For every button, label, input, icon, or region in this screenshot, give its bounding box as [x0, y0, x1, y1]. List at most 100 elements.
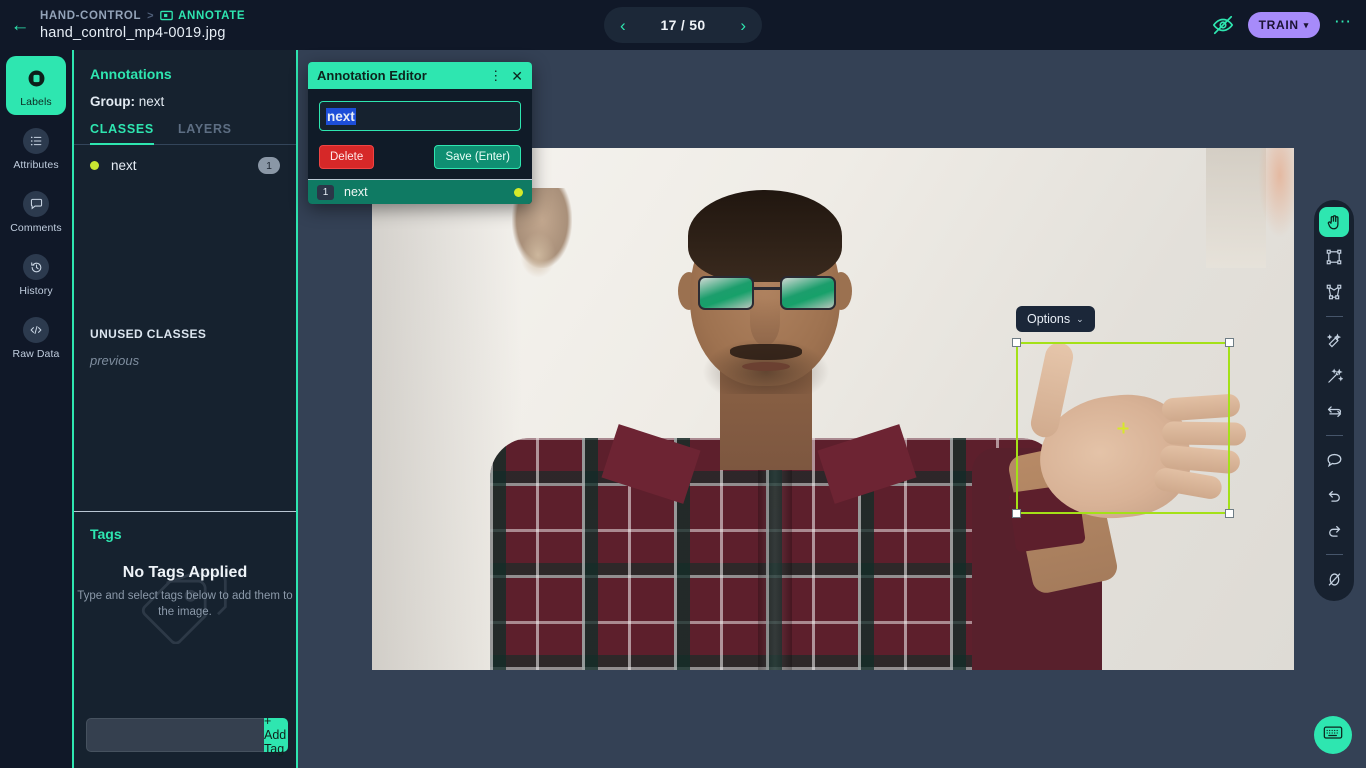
class-count-badge: 1 — [258, 157, 280, 174]
bbox-center-crosshair — [1117, 422, 1129, 434]
group-label: Group: — [90, 94, 135, 109]
prev-image-button[interactable]: ‹ — [620, 17, 626, 34]
image-shirt-placket — [758, 438, 792, 670]
bbox-options-button[interactable]: Options ⌄ — [1016, 306, 1095, 332]
bounding-box-tool-icon[interactable] — [1319, 242, 1349, 272]
annotation-name-input[interactable]: next — [319, 101, 521, 131]
bbox-handle-top-left[interactable] — [1012, 338, 1021, 347]
class-color-dot — [90, 161, 99, 170]
more-options-button[interactable]: ⋯ — [1334, 13, 1352, 37]
image-glasses-bridge — [754, 287, 780, 290]
breadcrumb-annotate[interactable]: ANNOTATE — [160, 10, 245, 22]
unused-classes-title: UNUSED CLASSES — [90, 327, 207, 341]
annotation-label: next — [344, 185, 368, 199]
sidebar-item-comments-label: Comments — [10, 222, 62, 234]
class-name: next — [111, 158, 137, 173]
unused-classes-section: UNUSED CLASSES previous — [90, 327, 206, 368]
add-tag-row: + Add Tag — [86, 714, 288, 756]
image-person-mouth — [742, 362, 790, 371]
history-icon — [23, 254, 49, 280]
sidebar-item-comments[interactable]: Comments — [6, 182, 66, 241]
tags-empty-subtitle: Type and select tags below to add them t… — [77, 590, 293, 618]
class-list-item[interactable]: next 1 — [74, 145, 296, 174]
group-line: Group: next — [90, 94, 280, 109]
image-lens-right — [780, 276, 836, 310]
sidebar-item-attributes-label: Attributes — [13, 159, 59, 171]
bbox-handle-top-right[interactable] — [1225, 338, 1234, 347]
top-bar: ← HAND-CONTROL > ANNOTATE hand_control_m… — [0, 0, 1366, 50]
add-tag-button[interactable]: + Add Tag — [264, 714, 288, 756]
image-lens-left — [698, 276, 754, 310]
bbox-handle-bottom-right[interactable] — [1225, 509, 1234, 518]
image-person-moustache — [730, 344, 802, 360]
pagination-control: ‹ 17 / 50 › — [604, 7, 762, 43]
tab-classes[interactable]: CLASSES — [90, 122, 154, 145]
eye-off-icon[interactable] — [1212, 14, 1234, 36]
annotation-index-badge: 1 — [317, 184, 334, 200]
tag-input[interactable] — [86, 718, 264, 752]
annotation-list-item[interactable]: 1 next — [308, 180, 532, 204]
bbox-handle-bottom-left[interactable] — [1012, 509, 1021, 518]
sidebar-item-history-label: History — [19, 285, 53, 297]
annotation-editor-title: Annotation Editor — [317, 68, 427, 83]
comment-icon[interactable] — [1319, 445, 1349, 475]
toolbar-divider — [1325, 316, 1343, 317]
breadcrumb-separator: > — [147, 9, 155, 22]
sidebar-item-raw-data-label: Raw Data — [12, 348, 60, 360]
annotation-name-value: next — [326, 107, 356, 125]
chevron-down-icon: ⌄ — [1076, 313, 1084, 324]
image-right-object — [1258, 148, 1294, 238]
next-image-button[interactable]: › — [740, 17, 746, 34]
train-button[interactable]: TRAIN ▾ — [1247, 12, 1320, 38]
kebab-vertical-icon[interactable]: ⋮ — [489, 69, 503, 82]
sidebar-item-raw-data[interactable]: Raw Data — [6, 308, 66, 367]
polygon-tool-icon[interactable] — [1319, 277, 1349, 307]
hand-tool-icon[interactable] — [1319, 207, 1349, 237]
tags-section: Tags No Tags Applied Type and select tag… — [74, 512, 296, 645]
breadcrumb-annotate-label: ANNOTATE — [178, 9, 246, 22]
annotation-color-dot — [514, 187, 523, 197]
code-icon — [23, 317, 49, 343]
annotation-app: ← HAND-CONTROL > ANNOTATE hand_control_m… — [0, 0, 1366, 768]
annotation-editor-dialog: Annotation Editor ⋮ ✕ next Delete Save (… — [308, 62, 532, 204]
save-button[interactable]: Save (Enter) — [434, 145, 521, 169]
image-counter: 17 / 50 — [660, 17, 706, 33]
undo-icon[interactable] — [1319, 480, 1349, 510]
sidebar-item-history[interactable]: History — [6, 245, 66, 304]
sidebar-item-labels[interactable]: Labels — [6, 56, 66, 115]
train-label: TRAIN — [1258, 18, 1299, 32]
breadcrumb: HAND-CONTROL > ANNOTATE hand_control_mp4… — [40, 10, 245, 41]
tags-title: Tags — [90, 526, 122, 542]
no-entry-icon[interactable] — [1319, 564, 1349, 594]
delete-button[interactable]: Delete — [319, 145, 375, 169]
image-person-hair — [688, 190, 842, 282]
annotation-editor-header[interactable]: Annotation Editor ⋮ ✕ — [308, 62, 532, 89]
tools-toolbar — [1314, 200, 1354, 601]
keyboard-shortcuts-button[interactable] — [1314, 716, 1352, 754]
redo-icon[interactable] — [1319, 515, 1349, 545]
sidebar-item-attributes[interactable]: Attributes — [6, 119, 66, 178]
page-title: hand_control_mp4-0019.jpg — [40, 24, 226, 41]
sidebar-item-labels-label: Labels — [20, 96, 52, 108]
unused-class-item[interactable]: previous — [90, 353, 206, 368]
chevron-down-icon: ▾ — [1303, 19, 1309, 30]
close-icon[interactable]: ✕ — [511, 69, 523, 83]
breadcrumb-project[interactable]: HAND-CONTROL — [40, 10, 141, 22]
annotation-editor-body: next Delete Save (Enter) — [308, 89, 532, 179]
magic-wand-icon[interactable] — [1319, 361, 1349, 391]
image-wall-edge — [1206, 148, 1266, 268]
panel-tabs: CLASSES LAYERS — [90, 122, 280, 145]
tags-empty-state: No Tags Applied Type and select tags bel… — [74, 564, 296, 645]
group-value: next — [138, 94, 165, 109]
top-bar-actions: TRAIN ▾ ⋯ — [1212, 0, 1352, 50]
sync-icon[interactable] — [1319, 396, 1349, 426]
tab-layers[interactable]: LAYERS — [178, 122, 232, 145]
labels-panel: Annotations Group: next CLASSES LAYERS n… — [72, 50, 298, 768]
magic-select-icon[interactable] — [1319, 326, 1349, 356]
keyboard-icon — [1323, 725, 1343, 745]
toolbar-divider — [1325, 554, 1343, 555]
back-button[interactable]: ← — [0, 0, 40, 50]
annotations-title: Annotations — [90, 66, 172, 82]
bounding-box[interactable] — [1012, 338, 1234, 518]
bbox-options-label: Options — [1027, 312, 1071, 326]
